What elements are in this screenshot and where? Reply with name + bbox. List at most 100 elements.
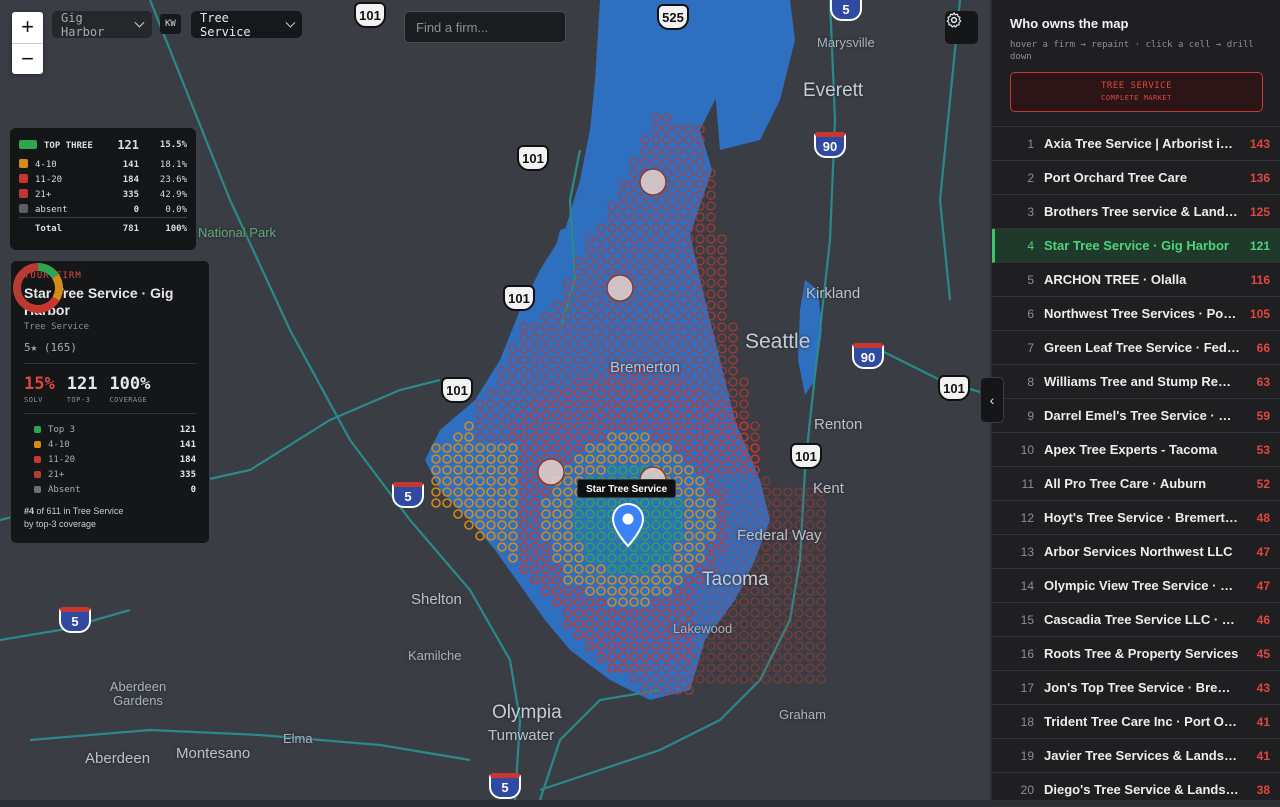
grid-cell bbox=[651, 333, 661, 343]
grid-cell bbox=[453, 509, 463, 519]
grid-cell bbox=[673, 201, 683, 211]
firm-list-item[interactable]: 8 Williams Tree and Stump Removal 63 bbox=[992, 365, 1280, 399]
firm-list-item[interactable]: 9 Darrel Emel's Tree Service · Shelton 59 bbox=[992, 399, 1280, 433]
firm-list-item[interactable]: 6 Northwest Tree Services · Port Orchard 1… bbox=[992, 297, 1280, 331]
grid-cell bbox=[530, 355, 540, 365]
grid-cell bbox=[497, 366, 507, 376]
grid-cell bbox=[684, 289, 694, 299]
grid-cell bbox=[673, 652, 683, 662]
grid-cell bbox=[695, 256, 705, 266]
grid-cell bbox=[651, 212, 661, 222]
zoom-in-button[interactable]: + bbox=[12, 12, 43, 43]
grid-cell bbox=[717, 333, 727, 343]
firm-list-item[interactable]: 10 Apex Tree Experts - Tacoma 53 bbox=[992, 433, 1280, 467]
grid-cell bbox=[662, 641, 672, 651]
settings-button[interactable] bbox=[945, 11, 978, 44]
grid-cell bbox=[706, 542, 716, 552]
grid-cell bbox=[618, 223, 628, 233]
legend-label: absent bbox=[35, 205, 68, 215]
grid-cell bbox=[585, 531, 595, 541]
grid-cell bbox=[750, 619, 760, 629]
grid-cell bbox=[497, 410, 507, 420]
keyword-select[interactable]: Tree Service bbox=[191, 11, 302, 39]
grid-cell bbox=[695, 366, 705, 376]
collapse-panel-button[interactable]: ‹ bbox=[980, 377, 1004, 423]
grid-cell bbox=[750, 652, 760, 662]
firm-search-input[interactable] bbox=[404, 11, 566, 43]
firm-list-item[interactable]: 13 Arbor Services Northwest LLC 47 bbox=[992, 535, 1280, 569]
legend-total-label: Total bbox=[19, 217, 111, 236]
firm-list-item[interactable]: 4 Star Tree Service · Gig Harbor 121 bbox=[992, 229, 1280, 263]
grid-cell bbox=[684, 586, 694, 596]
grid-cell bbox=[629, 245, 639, 255]
grid-cell bbox=[596, 553, 606, 563]
grid-cell bbox=[717, 509, 727, 519]
firm-list-item[interactable]: 14 Olympic View Tree Service · Port Orcha… bbox=[992, 569, 1280, 603]
grid-cell bbox=[695, 234, 705, 244]
grid-cell bbox=[607, 201, 617, 211]
grid-cell bbox=[464, 509, 474, 519]
grid-cell bbox=[618, 608, 628, 618]
grid-cell bbox=[497, 399, 507, 409]
firm-list-item[interactable]: 18 Trident Tree Care Inc · Port Orchard 41 bbox=[992, 705, 1280, 739]
grid-cell bbox=[794, 630, 804, 640]
grid-cell bbox=[739, 674, 749, 684]
grid-cell bbox=[563, 289, 573, 299]
firm-list-item[interactable]: 19 Javier Tree Services & Landscaping 41 bbox=[992, 739, 1280, 773]
firm-list-item[interactable]: 11 All Pro Tree Care · Auburn 52 bbox=[992, 467, 1280, 501]
firm-list-item[interactable]: 20 Diego's Tree Service & Landscaping 38 bbox=[992, 773, 1280, 807]
grid-cell bbox=[783, 509, 793, 519]
grid-cell bbox=[596, 454, 606, 464]
grid-cell bbox=[563, 399, 573, 409]
grid-cell bbox=[629, 421, 639, 431]
grid-cell bbox=[563, 322, 573, 332]
firm-list-item[interactable]: 3 Brothers Tree service & Landscaping 125 bbox=[992, 195, 1280, 229]
firm-list-name: Northwest Tree Services · Port Orchard bbox=[1044, 306, 1240, 321]
grid-cell bbox=[684, 410, 694, 420]
grid-cell bbox=[662, 344, 672, 354]
grid-cell bbox=[728, 608, 738, 618]
grid-cell bbox=[640, 311, 650, 321]
grid-cell bbox=[585, 619, 595, 629]
grid-cell bbox=[530, 476, 540, 486]
grid-cell bbox=[684, 575, 694, 585]
grid-cell bbox=[574, 399, 584, 409]
grid-cell bbox=[684, 311, 694, 321]
grid-cell bbox=[431, 465, 441, 475]
grid-cell bbox=[717, 432, 727, 442]
legend-pct: 42.9% bbox=[159, 189, 187, 200]
firm-list-item[interactable]: 15 Cascadia Tree Service LLC · Puyallup 46 bbox=[992, 603, 1280, 637]
grid-cell bbox=[739, 454, 749, 464]
firm-list-item[interactable]: 17 Jon's Top Tree Service · Bremerton 43 bbox=[992, 671, 1280, 705]
grid-cell bbox=[772, 498, 782, 508]
grid-cell bbox=[563, 465, 573, 475]
firm-list-item[interactable]: 2 Port Orchard Tree Care 136 bbox=[992, 161, 1280, 195]
grid-cell bbox=[552, 432, 562, 442]
grid-cell bbox=[596, 509, 606, 519]
grid-cell bbox=[453, 443, 463, 453]
map-canvas[interactable]: Everett Marysville Seattle Kirkland Rent… bbox=[0, 0, 990, 800]
grid-cell bbox=[794, 487, 804, 497]
grid-cell bbox=[475, 454, 485, 464]
firm-list-item[interactable]: 5 ARCHON TREE · Olalla 116 bbox=[992, 263, 1280, 297]
grid-cell bbox=[574, 289, 584, 299]
firm-list-item[interactable]: 1 Axia Tree Service | Arborist in Gig Har… bbox=[992, 127, 1280, 161]
firm-list-item[interactable]: 16 Roots Tree & Property Services 45 bbox=[992, 637, 1280, 671]
grid-cell bbox=[673, 223, 683, 233]
market-button[interactable]: TREE SERVICE COMPLETE MARKET bbox=[1010, 72, 1263, 112]
firm-location-pin-icon[interactable] bbox=[611, 502, 645, 548]
zoom-out-button[interactable]: − bbox=[12, 43, 43, 74]
firm-list-item[interactable]: 12 Hoyt's Tree Service · Bremerton 48 bbox=[992, 501, 1280, 535]
grid-cell bbox=[717, 608, 727, 618]
grid-cell bbox=[640, 608, 650, 618]
grid-cell bbox=[805, 542, 815, 552]
place-lakewood: Lakewood bbox=[673, 621, 733, 636]
grid-cell bbox=[464, 421, 474, 431]
grid-cell bbox=[673, 465, 683, 475]
firm-list-item[interactable]: 7 Green Leaf Tree Service · Federal Way 66 bbox=[992, 331, 1280, 365]
grid-cell bbox=[717, 388, 727, 398]
grid-cell bbox=[629, 377, 639, 387]
grid-cell bbox=[563, 388, 573, 398]
location-select[interactable]: Gig Harbor bbox=[52, 11, 152, 39]
grid-cell bbox=[574, 630, 584, 640]
